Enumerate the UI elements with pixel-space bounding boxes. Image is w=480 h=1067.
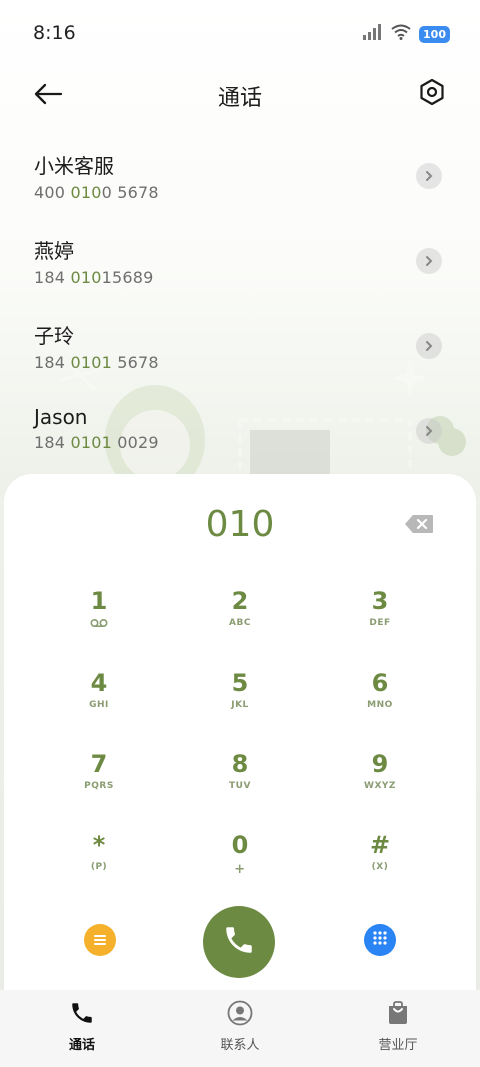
backspace-button[interactable]: [404, 514, 436, 538]
contact-detail-button[interactable]: [416, 333, 442, 359]
bottom-nav: 通话 联系人 营业厅: [0, 990, 480, 1067]
contact-list: 小米客服 400 0100 5678 燕婷 184 01015689 子玲 18…: [0, 138, 480, 478]
key-2[interactable]: 2 ABC: [180, 586, 300, 656]
status-time: 8:16: [33, 22, 76, 44]
key-letters: WXYZ: [364, 781, 396, 791]
contact-name: 小米客服: [34, 154, 114, 178]
status-bar: 8:16 100: [0, 0, 480, 68]
key-9[interactable]: 9 WXYZ: [320, 749, 440, 819]
contact-number: 400 0100 5678: [34, 183, 159, 202]
chevron-right-icon: [424, 337, 434, 356]
key-4[interactable]: 4 GHI: [39, 668, 159, 738]
contact-detail-button[interactable]: [416, 163, 442, 189]
chevron-right-icon: [424, 252, 434, 271]
key-5[interactable]: 5 JKL: [180, 668, 300, 738]
contact-name: 子玲: [34, 324, 74, 348]
backspace-icon: [404, 515, 434, 538]
key-digit: 7: [90, 750, 108, 778]
contact-name: Jason: [34, 405, 88, 429]
key-digit: 3: [371, 587, 389, 615]
hexagon-settings-icon: [418, 78, 446, 110]
key-6[interactable]: 6 MNO: [320, 668, 440, 738]
status-icons: 100: [363, 24, 450, 44]
person-icon: [227, 1000, 253, 1030]
contact-number: 184 0101 5678: [34, 353, 159, 372]
wifi-icon: [391, 24, 411, 44]
key-letters: JKL: [231, 700, 249, 710]
contact-row[interactable]: Jason 184 0101 0029: [0, 393, 480, 478]
chevron-right-icon: [424, 167, 434, 186]
settings-button[interactable]: [414, 76, 450, 112]
key-digit: 6: [371, 669, 389, 697]
phone-icon: [222, 923, 256, 961]
key-letters: MNO: [367, 700, 393, 710]
key-hash[interactable]: # (X): [320, 830, 440, 900]
key-letters: GHI: [89, 700, 109, 710]
key-digit: #: [369, 831, 391, 859]
key-digit: 9: [371, 750, 389, 778]
key-digit: 1: [90, 587, 108, 615]
nav-tab-store[interactable]: 营业厅: [338, 1000, 458, 1053]
contact-number: 184 0101 0029: [34, 433, 159, 452]
contact-number: 184 01015689: [34, 268, 154, 287]
contact-row[interactable]: 小米客服 400 0100 5678: [0, 138, 480, 223]
nav-tab-calls[interactable]: 通话: [22, 1000, 142, 1053]
key-letters: (X): [371, 862, 389, 872]
key-3[interactable]: 3 DEF: [320, 586, 440, 656]
key-digit: 0: [231, 831, 249, 859]
keypad-toggle-button[interactable]: [364, 924, 396, 956]
key-7[interactable]: 7 PQRS: [39, 749, 159, 819]
signal-icon: [363, 24, 383, 44]
shopping-bag-icon: [385, 1001, 411, 1030]
phone-icon: [69, 1003, 95, 1030]
key-0[interactable]: 0 +: [180, 830, 300, 900]
contact-row[interactable]: 子玲 184 0101 5678: [0, 308, 480, 393]
key-letters: (P): [90, 862, 108, 872]
nav-label: 营业厅: [378, 1038, 418, 1053]
contact-name: 燕婷: [34, 239, 74, 263]
chevron-right-icon: [424, 422, 434, 441]
voicemail-icon: [39, 618, 159, 632]
contact-detail-button[interactable]: [416, 248, 442, 274]
key-digit: 5: [231, 669, 249, 697]
key-star[interactable]: * (P): [39, 830, 159, 900]
page-title: 通话: [217, 86, 262, 111]
menu-list-icon: [93, 931, 107, 950]
battery-icon: 100: [419, 25, 450, 43]
key-letters: +: [234, 862, 246, 877]
call-button[interactable]: [203, 906, 275, 978]
keypad-grid-icon: [372, 930, 388, 950]
dial-pad-panel: 010 1 2 ABC 3 DEF 4 GHI 5 JKL 6 MNO 7 PQ…: [4, 474, 476, 994]
nav-label: 通话: [68, 1038, 95, 1053]
key-digit: 4: [90, 669, 108, 697]
key-1[interactable]: 1: [39, 586, 159, 656]
contact-row[interactable]: 燕婷 184 01015689: [0, 223, 480, 308]
key-letters: PQRS: [84, 781, 114, 791]
key-digit: *: [92, 831, 106, 859]
header: 通话: [0, 72, 480, 118]
key-letters: ABC: [229, 618, 251, 628]
menu-button[interactable]: [84, 924, 116, 956]
contact-detail-button[interactable]: [416, 418, 442, 444]
key-8[interactable]: 8 TUV: [180, 749, 300, 819]
key-letters: TUV: [229, 781, 251, 791]
key-digit: 2: [231, 587, 249, 615]
key-digit: 8: [231, 750, 249, 778]
nav-label: 联系人: [220, 1038, 260, 1053]
key-letters: DEF: [369, 618, 391, 628]
nav-tab-contacts[interactable]: 联系人: [180, 1000, 300, 1053]
